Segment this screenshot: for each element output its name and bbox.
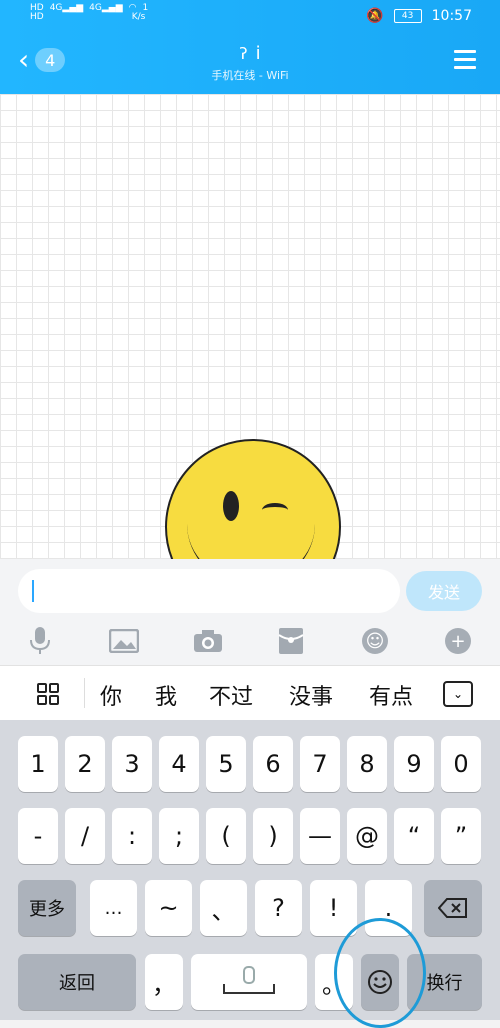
candidate-word[interactable]: 有点: [369, 679, 415, 711]
image-icon[interactable]: [108, 625, 140, 657]
key-9[interactable]: 9: [394, 736, 434, 792]
net-speed-unit: K/s: [131, 12, 146, 22]
space-icon: [223, 984, 275, 994]
candidate-word[interactable]: 没事: [289, 679, 333, 711]
text-cursor: [32, 580, 34, 602]
candidate-bar: 你 我 不过 没事 有点 ⌄: [0, 665, 500, 721]
battery-level: 43: [401, 11, 414, 21]
camera-icon[interactable]: [192, 625, 224, 657]
candidate-word[interactable]: 你: [100, 679, 122, 711]
header-bar: HD 4G▂▄▆ 4G▂▄▆ ◠ 1 HD K/s 🔕 43 10:57 ‹ 4 ʔi 手…: [0, 0, 500, 94]
divider: [84, 678, 85, 708]
key-close-paren[interactable]: ): [253, 808, 293, 864]
key-at[interactable]: @: [347, 808, 387, 864]
key-tilde[interactable]: ~: [145, 880, 192, 936]
key-close-quote[interactable]: ”: [441, 808, 481, 864]
send-button[interactable]: 发送: [406, 571, 482, 611]
key-enumeration-comma[interactable]: 、: [200, 880, 247, 936]
emoji-icon[interactable]: ☺: [359, 625, 391, 657]
key-8[interactable]: 8: [347, 736, 387, 792]
key-3[interactable]: 3: [112, 736, 152, 792]
back-key[interactable]: 返回: [18, 954, 136, 1010]
signal-indicators: HD 4G▂▄▆ 4G▂▄▆ ◠ 1 HD K/s: [30, 3, 149, 22]
backspace-icon[interactable]: [424, 880, 482, 936]
more-symbols-key[interactable]: 更多: [18, 880, 76, 936]
key-4[interactable]: 4: [159, 736, 199, 792]
key-question[interactable]: ?: [255, 880, 302, 936]
key-colon[interactable]: :: [112, 808, 152, 864]
key-open-quote[interactable]: “: [394, 808, 434, 864]
key-ellipsis[interactable]: …: [90, 880, 137, 936]
key-dash[interactable]: —: [300, 808, 340, 864]
key-hyphen[interactable]: -: [18, 808, 58, 864]
space-key[interactable]: [191, 954, 307, 1010]
emoji-keyboard-icon[interactable]: [361, 954, 399, 1010]
key-semicolon[interactable]: ;: [159, 808, 199, 864]
battery-icon: 43: [393, 9, 422, 23]
key-7[interactable]: 7: [300, 736, 340, 792]
grid-menu-icon[interactable]: [36, 682, 60, 706]
key-1[interactable]: 1: [18, 736, 58, 792]
wink-sticker-image[interactable]: [165, 439, 341, 559]
clock: 10:57: [431, 8, 472, 24]
key-open-paren[interactable]: (: [206, 808, 246, 864]
collapse-keyboard-icon[interactable]: ⌄: [443, 681, 473, 707]
keyboard: 1 2 3 4 5 6 7 8 9 0 - / : ; ( ) — @ “ ” …: [0, 720, 500, 1020]
chat-toolbar: ☺ +: [0, 625, 500, 661]
message-input[interactable]: [18, 569, 400, 613]
key-5[interactable]: 5: [206, 736, 246, 792]
key-0[interactable]: 0: [441, 736, 481, 792]
key-full-stop[interactable]: 。: [315, 954, 353, 1010]
key-slash[interactable]: /: [65, 808, 105, 864]
voice-icon[interactable]: [24, 625, 56, 657]
key-6[interactable]: 6: [253, 736, 293, 792]
candidate-word[interactable]: 我: [155, 679, 177, 711]
key-2[interactable]: 2: [65, 736, 105, 792]
input-bar: 发送 ☺ +: [0, 559, 500, 665]
key-period[interactable]: .: [365, 880, 412, 936]
chat-title[interactable]: ʔi 手机在线 - WiFi: [0, 44, 500, 83]
chat-area: [0, 94, 500, 559]
red-packet-icon[interactable]: [275, 625, 307, 657]
menu-icon[interactable]: [454, 50, 476, 69]
contact-name: i: [255, 43, 261, 64]
online-status: 手机在线 - WiFi: [211, 69, 289, 82]
plus-icon[interactable]: +: [442, 625, 474, 657]
microphone-icon: [243, 966, 255, 984]
enter-key[interactable]: 换行: [407, 954, 482, 1010]
key-comma[interactable]: ，: [145, 954, 183, 1010]
ear-icon: ʔ: [239, 44, 248, 63]
status-bar: HD 4G▂▄▆ 4G▂▄▆ ◠ 1 HD K/s 🔕 43 10:57: [0, 0, 500, 32]
key-exclamation[interactable]: !: [310, 880, 357, 936]
mute-icon: 🔕: [366, 8, 384, 24]
candidate-word[interactable]: 不过: [209, 679, 253, 711]
